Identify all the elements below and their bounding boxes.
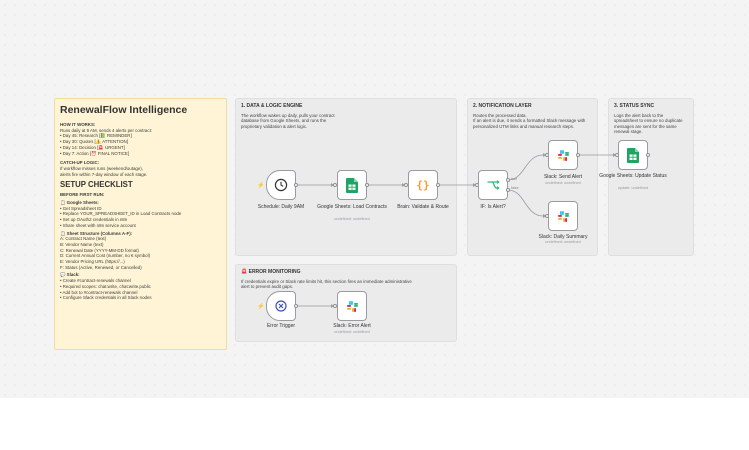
node-slack-daily-summary[interactable] — [548, 201, 578, 231]
node-load-contracts[interactable] — [337, 170, 367, 200]
node-label: Google Sheets: Update Status — [599, 173, 667, 179]
page-blank-area — [0, 398, 749, 450]
output-port[interactable] — [294, 304, 298, 308]
google-sheets-icon — [346, 177, 358, 193]
node-slack-send-alert[interactable] — [548, 140, 578, 170]
node-label: IF: Is Alert? — [480, 204, 506, 210]
clock-icon — [274, 178, 288, 192]
connections-layer — [297, 153, 616, 308]
output-port-false[interactable] — [506, 188, 510, 192]
node-subtitle: undefined: undefined — [545, 240, 581, 244]
slack-icon — [346, 300, 358, 312]
node-error-trigger[interactable] — [266, 291, 296, 321]
node-subtitle: undefined: undefined — [545, 181, 581, 185]
output-port[interactable] — [365, 183, 369, 187]
node-subtitle: undefined: undefined — [334, 217, 370, 221]
node-schedule-trigger[interactable] — [266, 170, 296, 200]
trigger-bolt-icon: ⚡ — [257, 183, 265, 189]
workflow-canvas[interactable]: RenewalFlow Intelligence HOW IT WORKS: R… — [0, 0, 749, 398]
node-subtitle: undefined: undefined — [334, 330, 370, 334]
node-label: Schedule: Daily 9AM — [257, 204, 305, 210]
node-update-status[interactable] — [618, 140, 648, 170]
node-if-alert[interactable] — [478, 170, 508, 200]
connection-if-summary — [507, 189, 544, 217]
node-subtitle: update: undefined — [617, 186, 649, 190]
false-branch-label: false — [511, 186, 519, 190]
true-branch-label: true — [511, 177, 518, 181]
slack-icon — [557, 210, 569, 222]
node-slack-error-alert[interactable] — [337, 291, 367, 321]
node-label: Slack: Send Alert — [543, 174, 583, 180]
output-port[interactable] — [436, 183, 440, 187]
output-port[interactable] — [294, 183, 298, 187]
output-port-true[interactable] — [506, 178, 510, 182]
node-label: Google Sheets: Load Contracts — [317, 204, 387, 210]
trigger-bolt-icon: ⚡ — [257, 304, 265, 310]
output-port[interactable] — [576, 153, 580, 157]
svg-text:{}: {} — [416, 179, 429, 192]
error-x-icon — [275, 300, 287, 312]
output-port[interactable] — [646, 153, 650, 157]
branch-icon — [487, 180, 500, 190]
node-brain-validate[interactable]: {} — [408, 170, 438, 200]
node-label: Error Trigger — [266, 323, 296, 329]
google-sheets-icon — [627, 147, 639, 163]
code-braces-icon: {} — [416, 179, 429, 192]
node-label: Brain: Validate & Route — [397, 204, 449, 210]
node-label: Slack: Error Alert — [333, 323, 371, 329]
slack-icon — [557, 149, 569, 161]
